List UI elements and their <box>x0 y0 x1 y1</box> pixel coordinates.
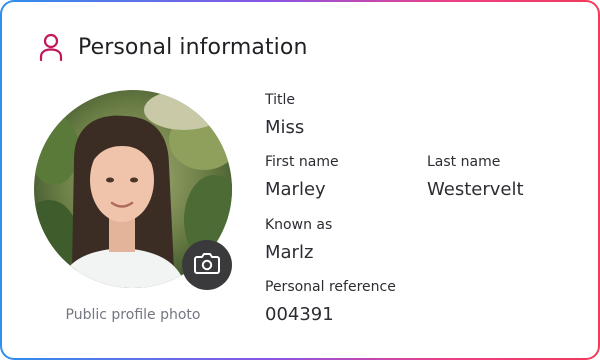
user-outline-icon <box>38 32 64 62</box>
title-label: Title <box>265 92 296 108</box>
known-as-field: Known as Marlz <box>265 217 332 263</box>
last-name-value: Westervelt <box>427 179 524 200</box>
known-as-value: Marlz <box>265 242 314 263</box>
title-value: Miss <box>265 117 305 138</box>
last-name-label: Last name <box>427 154 501 170</box>
first-name-field: First name Marley <box>265 154 339 200</box>
card-header: Personal information <box>38 32 308 62</box>
title-field: Title Miss <box>265 92 304 138</box>
card-frame: Personal information Public profile phot… <box>0 0 600 360</box>
first-name-value: Marley <box>265 179 326 200</box>
profile-photo-area <box>34 90 234 290</box>
personal-reference-value: 004391 <box>265 304 334 325</box>
change-photo-button[interactable] <box>182 240 232 290</box>
known-as-label: Known as <box>265 217 333 233</box>
camera-icon <box>194 252 220 278</box>
first-name-label: First name <box>265 154 339 170</box>
personal-reference-label: Personal reference <box>265 279 396 295</box>
card-title: Personal information <box>78 34 308 60</box>
personal-reference-field: Personal reference 004391 <box>265 279 396 325</box>
photo-caption: Public profile photo <box>65 307 201 323</box>
personal-information-card: Personal information Public profile phot… <box>2 2 598 358</box>
last-name-field: Last name Westervelt <box>427 154 524 200</box>
